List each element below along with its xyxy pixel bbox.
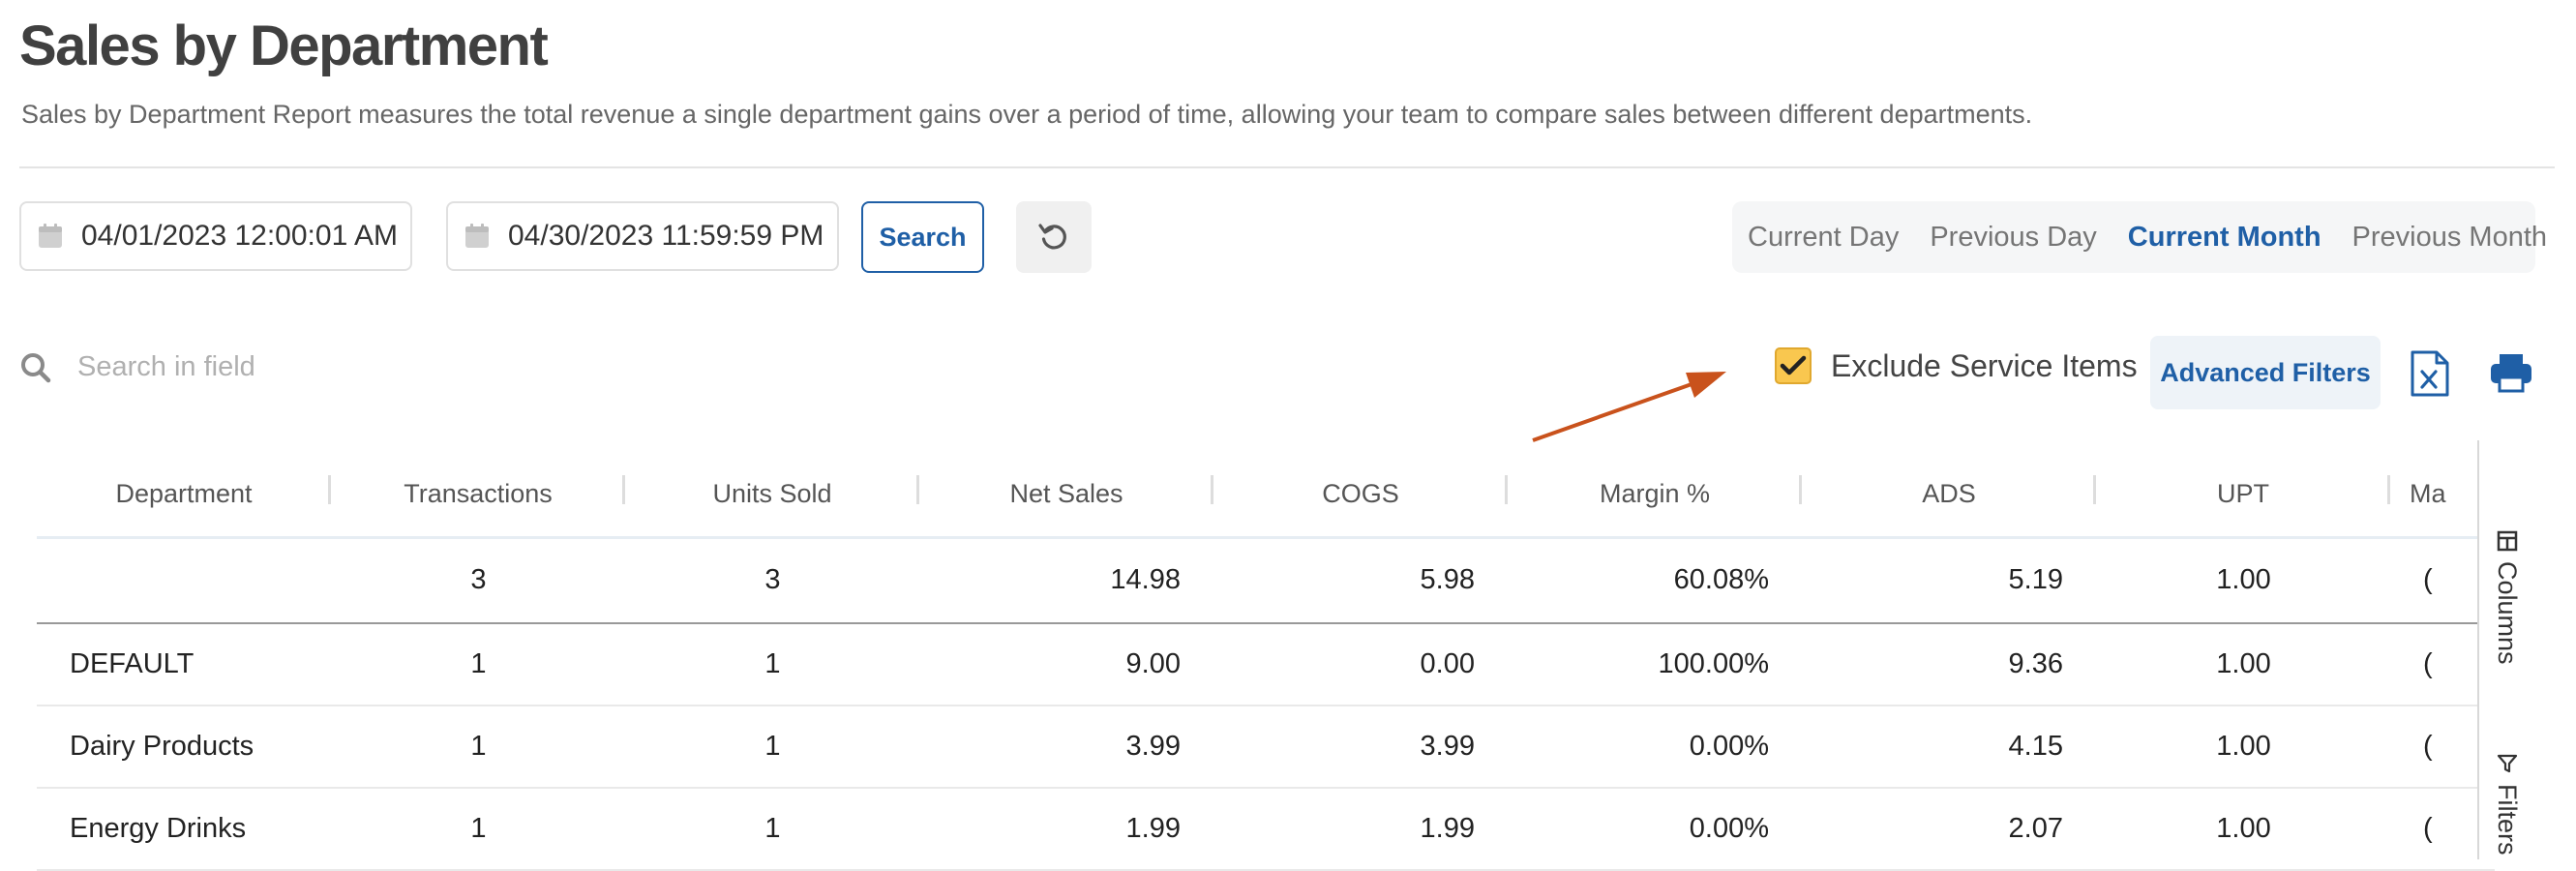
totals-row: 3 3 14.98 5.98 60.08% 5.19 1.00 ( [37,537,2495,624]
exclude-service-items[interactable]: Exclude Service Items [1775,347,2138,384]
columns-panel-tab[interactable]: Columns [2492,530,2522,665]
annotation-arrow-icon [1532,372,1726,442]
table-row[interactable]: Energy Drinks 1 1 1.99 1.99 0.00% 2.07 1… [37,787,2495,871]
checkmark-icon [1780,355,1807,375]
exclude-service-items-checkbox[interactable] [1775,347,1812,384]
column-header[interactable]: COGS [1213,451,1508,539]
table-cell: 3 [625,537,919,624]
table-cell: 1 [625,787,919,871]
reset-button[interactable] [1016,201,1092,273]
table-row[interactable]: DEFAULT 1 1 9.00 0.00 100.00% 9.36 1.00 … [37,622,2495,706]
end-date-picker[interactable]: 04/30/2023 11:59:59 PM [446,201,839,271]
table-cell: 1.00 [2096,705,2390,789]
table-cell: 60.08% [1508,537,1802,624]
column-header[interactable]: Margin % [1508,451,1802,539]
table-cell: 2.07 [1802,787,2096,871]
table-cell: 1 [331,622,625,706]
table-cell: 1 [331,787,625,871]
end-date-value: 04/30/2023 11:59:59 PM [508,220,824,252]
table-cell: 0.00% [1508,705,1802,789]
header-divider [19,166,2555,168]
search-button[interactable]: Search [861,201,984,273]
table-cell: 14.98 [919,537,1213,624]
table-cell: 1.00 [2096,622,2390,706]
table-cell: 4.15 [1802,705,2096,789]
column-header[interactable]: Net Sales [919,451,1213,539]
table-cell: 1 [331,705,625,789]
table-cell: 3.99 [919,705,1213,789]
table-cell: 9.36 [1802,622,2096,706]
search-input[interactable] [75,350,563,384]
table-cell: 9.00 [919,622,1213,706]
period-previous-month[interactable]: Previous Month [2352,222,2548,254]
table-cell: 1.99 [919,787,1213,871]
table-header-row: Department Transactions Units Sold Net S… [37,451,2495,539]
period-previous-day[interactable]: Previous Day [1930,222,2096,254]
table-cell: 0.00 [1213,622,1508,706]
advanced-filters-button[interactable]: Advanced Filters [2150,336,2381,409]
field-search [19,350,563,384]
table-cell: Dairy Products [37,705,331,789]
search-icon [21,352,51,382]
column-header[interactable]: ADS [1802,451,2096,539]
table-cell: 5.98 [1213,537,1508,624]
period-current-day[interactable]: Current Day [1748,222,1899,254]
start-date-picker[interactable]: 04/01/2023 12:00:01 AM [19,201,412,271]
columns-tab-label: Columns [2493,561,2522,665]
period-selector: Current Day Previous Day Current Month P… [1732,201,2547,273]
table-cell: Energy Drinks [37,787,331,871]
page-description: Sales by Department Report measures the … [21,100,2033,129]
table-cell: 1 [625,622,919,706]
print-icon[interactable] [2489,352,2533,393]
table-cell: 1.00 [2096,537,2390,624]
filter-icon [2497,754,2517,773]
table-cell: 100.00% [1508,622,1802,706]
table-cell [37,537,331,624]
refresh-icon [1038,224,1066,250]
table-cell: 3 [331,537,625,624]
column-header[interactable]: Transactions [331,451,625,539]
column-header[interactable]: Department [37,451,331,539]
table-cell: 3.99 [1213,705,1508,789]
calendar-icon [39,224,62,248]
start-date-value: 04/01/2023 12:00:01 AM [81,220,398,252]
table-cell: DEFAULT [37,622,331,706]
table-cell: 1 [625,705,919,789]
calendar-icon [465,224,489,248]
filters-tab-label: Filters [2493,784,2522,856]
table-cell: 1.99 [1213,787,1508,871]
sales-table: Department Transactions Units Sold Net S… [37,451,2495,871]
table-cell: 0.00% [1508,787,1802,871]
column-header[interactable]: Units Sold [625,451,919,539]
page-title: Sales by Department [19,15,549,77]
column-header[interactable]: UPT [2096,451,2390,539]
exclude-service-items-label: Exclude Service Items [1831,347,2138,383]
table-row[interactable]: Dairy Products 1 1 3.99 3.99 0.00% 4.15 … [37,705,2495,789]
excel-export-icon[interactable] [2410,350,2450,397]
filters-panel-tab[interactable]: Filters [2492,753,2522,856]
table-cell: 1.00 [2096,787,2390,871]
period-current-month[interactable]: Current Month [2128,222,2321,254]
columns-icon [2497,530,2517,552]
table-cell: 5.19 [1802,537,2096,624]
